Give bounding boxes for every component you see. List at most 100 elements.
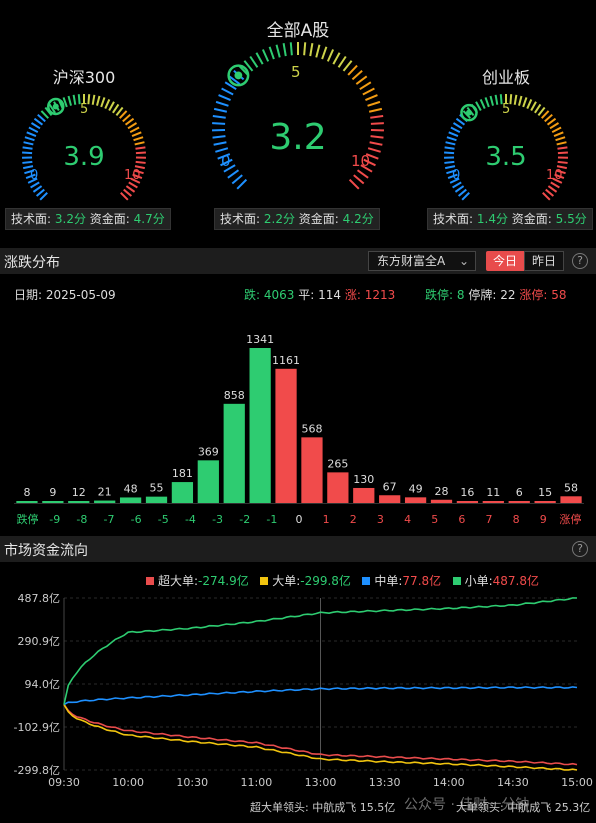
gauge-tick-mark [367, 100, 381, 107]
gauge-tick-mark [30, 181, 40, 189]
bar[interactable] [482, 501, 504, 503]
tab-today[interactable]: 今日 [486, 251, 524, 271]
gauge-tick-mid: 5 [291, 63, 301, 81]
bar[interactable] [119, 497, 142, 503]
tech-label: 技术面: [220, 212, 261, 226]
flow-svg: 487.8亿290.9亿94.0亿-102.9亿-299.8亿09:30 10:0… [14, 592, 593, 789]
y-tick-label: -102.9亿 [14, 721, 60, 734]
fund-label: 资金面: [89, 212, 130, 226]
bar-value-label: 67 [383, 480, 397, 493]
bar[interactable] [197, 460, 219, 503]
gauge-pointer-dot [52, 103, 59, 110]
tech-label: 技术面: [433, 212, 474, 226]
x-tick-label: 15:00 [561, 776, 593, 789]
section-title: 市场资金流向 [4, 543, 88, 559]
tech-value: 3.2分 [54, 212, 86, 226]
gauge-tick-mark [448, 131, 459, 138]
chevron-down-icon: ⌄ [458, 254, 469, 268]
source-select-value: 东方财富全A [377, 254, 446, 268]
bar-value-label: 8 [23, 486, 30, 499]
help-icon[interactable]: ? [572, 253, 588, 269]
bar[interactable] [327, 472, 349, 503]
bar[interactable] [456, 501, 479, 503]
gauge-tick-mark [347, 64, 358, 76]
gauge-tick-mark [518, 95, 523, 106]
gauge-tick-mark [127, 122, 138, 130]
gauge-tick-mark [125, 185, 136, 193]
category-label: -8 [76, 513, 87, 526]
gauge-tick-mark [115, 106, 124, 116]
gauge-tick-mark [91, 94, 96, 105]
bar[interactable] [223, 403, 245, 503]
bar[interactable] [430, 499, 453, 503]
bar-value-label: 1161 [272, 354, 300, 367]
bar[interactable] [42, 501, 64, 503]
legend-swatch [260, 577, 269, 585]
bar-value-label: 11 [486, 486, 500, 499]
bar[interactable] [171, 482, 194, 503]
gauge-tick-mark [359, 81, 372, 91]
tech-label: 技术面: [11, 212, 52, 226]
bar[interactable] [16, 501, 38, 503]
gauge-hs300[interactable]: 沪深300 5 0 10 3.9 技术面: 3.2分 资金面: 4.7分 [5, 58, 171, 238]
bar[interactable] [379, 495, 401, 503]
gauge-tick-mark [309, 43, 314, 57]
y-tick-label: 487.8亿 [18, 592, 61, 605]
gauge-tick-mark [555, 136, 566, 142]
fund-value: 4.7分 [133, 212, 165, 226]
category-label: 跌停 [17, 512, 39, 526]
lead-super-value: 中航成飞 15.5亿 [312, 801, 396, 814]
gauge-pointer-dot [465, 109, 472, 116]
legend-value: -274.9亿 [198, 574, 249, 588]
distribution-svg: 8 9 12 21 48 551813698581341116156826513067 49… [14, 333, 584, 526]
bar[interactable] [534, 501, 556, 503]
bar[interactable] [275, 368, 297, 503]
tech-value: 1.4分 [476, 212, 508, 226]
bar[interactable] [94, 500, 116, 503]
category-label: 3 [377, 513, 384, 526]
tab-yesterday[interactable]: 昨日 [524, 251, 564, 271]
bar-value-label: 12 [72, 486, 86, 499]
gauge-footer: 技术面: 2.2分 资金面: 4.2分 [214, 208, 380, 230]
bar[interactable] [404, 497, 427, 503]
bar[interactable] [508, 501, 530, 503]
bar-value-label: 568 [301, 422, 322, 435]
gauge-tick-mark [455, 117, 466, 126]
gauge-cyb[interactable]: 创业板 5 0 10 3.5 技术面: 1.4分 资金面: 5.5分 [427, 58, 593, 238]
gauge-tick-mark [530, 101, 537, 111]
category-label: -2 [239, 513, 250, 526]
gauge-tick-mark [450, 126, 461, 134]
bar[interactable] [249, 348, 271, 503]
gauge-tick-mark [353, 174, 365, 185]
gauge-footer: 技术面: 1.4分 资金面: 5.5分 [427, 208, 593, 230]
gauge-tick-mark [542, 192, 551, 201]
category-label: 7 [486, 513, 493, 526]
legend-item-big: 大单:-299.8亿 [260, 574, 351, 588]
bar[interactable] [301, 437, 323, 503]
gauge-tick-mark [213, 107, 228, 113]
gauge-tick-mark [236, 178, 248, 190]
section-title: 涨跌分布 [4, 255, 60, 271]
gauge-tick-mark [551, 126, 562, 134]
bar[interactable] [560, 496, 582, 503]
bar[interactable] [145, 496, 168, 503]
gauge-tick-mark [513, 94, 518, 105]
gauge-tick-mark [321, 46, 328, 60]
gauge-all-a[interactable]: 全部A股 5 0 10 3.2 技术面: 2.2分 资金面: 4.2分 [203, 10, 393, 238]
gauge-tick-mark [362, 87, 375, 96]
x-tick-label: 10:00 [112, 776, 144, 789]
help-icon[interactable]: ? [572, 541, 588, 557]
category-label: -5 [158, 513, 169, 526]
category-label: 8 [513, 513, 520, 526]
source-select[interactable]: 东方财富全A ⌄ [368, 251, 476, 271]
bar[interactable] [68, 501, 90, 503]
legend-swatch [452, 577, 461, 585]
category-label: 2 [350, 513, 357, 526]
bar[interactable] [353, 487, 375, 503]
gauge-tick-mark [100, 97, 106, 108]
bar-value-label: 28 [435, 485, 449, 498]
legend-label: 中单: [374, 574, 403, 588]
x-tick-label: 13:00 [305, 776, 337, 789]
gauge-tick-mark [452, 181, 462, 189]
category-label: 5 [431, 513, 438, 526]
